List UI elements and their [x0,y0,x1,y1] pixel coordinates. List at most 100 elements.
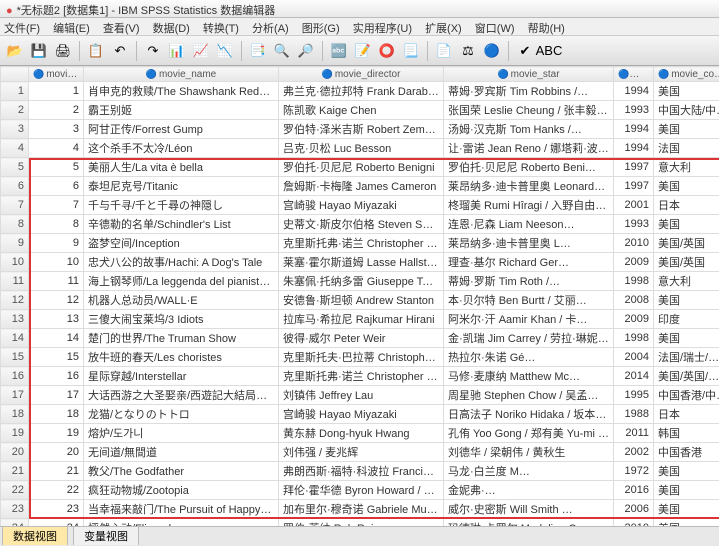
toolbar-btn-7[interactable]: 📈 [190,40,212,62]
menu-extensions[interactable]: 扩展(X) [425,23,462,35]
table-row[interactable]: 99盗梦空间/Inception克里斯托弗·诺兰 Christopher Nol… [1,234,719,253]
cell[interactable]: 2010 [614,234,654,253]
cell[interactable]: 让·雷诺 Jean Reno / 娜塔莉·波特曼… [444,139,614,158]
table-row[interactable]: 1212机器人总动员/WALL·E安德鲁·斯坦顿 Andrew Stanton本… [1,291,719,310]
cell[interactable]: 蒂姆·罗斯 Tim Roth /… [444,272,614,291]
cell[interactable]: 法国 [654,139,719,158]
cell[interactable]: 机器人总动员/WALL·E [84,291,279,310]
cell[interactable]: 教父/The Godfather [84,462,279,481]
cell[interactable]: 23 [29,500,84,519]
toolbar-btn-19[interactable]: ✔ [514,40,536,62]
cell[interactable]: 汤姆·汉克斯 Tom Hanks /… [444,120,614,139]
toolbar-btn-17[interactable]: ⚖ [457,40,479,62]
cell[interactable]: 星际穿越/Interstellar [84,367,279,386]
cell[interactable]: 韩国 [654,424,719,443]
cell[interactable]: 1994 [614,82,654,101]
cell[interactable]: 法国/瑞士/德国 [654,348,719,367]
cell[interactable]: 美国/英国 [654,253,719,272]
cell[interactable]: 三傻大闹宝莱坞/3 Idiots [84,310,279,329]
column-movie_name[interactable]: 🔵movie_name [84,67,279,82]
menu-file[interactable]: 文件(F) [4,23,40,35]
column-movie_country[interactable]: 🔵movie_country [654,67,719,82]
cell[interactable]: 威尔·史密斯 Will Smith … [444,500,614,519]
cell[interactable]: 刘镇伟 Jeffrey Lau [279,386,444,405]
cell[interactable]: 1998 [614,272,654,291]
cell[interactable]: 5 [29,158,84,177]
cell[interactable]: 朱塞佩·托纳多雷 Giuseppe Tornatore [279,272,444,291]
table-row[interactable]: 1919熔炉/도가니黄东赫 Dong-hyuk Hwang孔侑 Yoo Gong… [1,424,719,443]
cell[interactable]: 马修·麦康纳 Matthew Mc… [444,367,614,386]
cell[interactable]: 美国 [654,462,719,481]
cell[interactable]: 中国香港 [654,443,719,462]
cell[interactable]: 2001 [614,196,654,215]
toolbar-btn-11[interactable]: 🔎 [295,40,317,62]
cell[interactable]: 莱昂纳多·迪卡普里奥 Leonardo… [444,177,614,196]
cell[interactable]: 美国/英国 [654,234,719,253]
cell[interactable]: 莱昂纳多·迪卡普里奥 L… [444,234,614,253]
table-row[interactable]: 2121教父/The Godfather弗朗西斯·福特·科波拉 Francis … [1,462,719,481]
cell[interactable]: 美国 [654,120,719,139]
cell[interactable]: 1993 [614,215,654,234]
cell[interactable]: 11 [29,272,84,291]
toolbar-btn-12[interactable]: 🔤 [328,40,350,62]
cell[interactable]: 2 [29,101,84,120]
cell[interactable]: 2016 [614,481,654,500]
cell[interactable]: 克里斯托弗·诺兰 Christopher Nolan [279,367,444,386]
table-row[interactable]: 22霸王别姬陈凯歌 Kaige Chen张国荣 Leslie Cheung / … [1,101,719,120]
cell[interactable]: 泰坦尼克号/Titanic [84,177,279,196]
cell[interactable]: 美国 [654,177,719,196]
toolbar-btn-15[interactable]: 📃 [400,40,422,62]
cell[interactable]: 2009 [614,310,654,329]
cell[interactable]: 楚门的世界/The Truman Show [84,329,279,348]
toolbar-btn-18[interactable]: 🔵 [481,40,503,62]
cell[interactable]: 10 [29,253,84,272]
cell[interactable]: 龙猫/となりのトトロ [84,405,279,424]
cell[interactable]: 阿甘正传/Forrest Gump [84,120,279,139]
cell[interactable]: 拜伦·霍华德 Byron Howard / 瑞奇·摩尔… [279,481,444,500]
toolbar-btn-14[interactable]: ⭕ [376,40,398,62]
cell[interactable]: 美国 [654,329,719,348]
cell[interactable]: 弗兰克·德拉邦特 Frank Darabont [279,82,444,101]
column-movie_star[interactable]: 🔵movie_star [444,67,614,82]
cell[interactable]: 20 [29,443,84,462]
table-row[interactable]: 66泰坦尼克号/Titanic詹姆斯·卡梅隆 James Cameron莱昂纳多… [1,177,719,196]
column-movie_num[interactable]: 🔵movie_num [29,67,84,82]
cell[interactable]: 1988 [614,405,654,424]
table-row[interactable]: 1111海上钢琴师/La leggenda del pianista su…朱塞… [1,272,719,291]
cell[interactable]: 理查·基尔 Richard Ger… [444,253,614,272]
menu-data[interactable]: 数据(D) [153,23,190,35]
toolbar-btn-6[interactable]: 📊 [166,40,188,62]
cell[interactable]: 美国 [654,82,719,101]
cell[interactable]: 忠犬八公的故事/Hachi: A Dog's Tale [84,253,279,272]
cell[interactable]: 热拉尔·朱诺 Gé… [444,348,614,367]
cell[interactable]: 本·贝尔特 Ben Burtt / 艾丽… [444,291,614,310]
cell[interactable]: 熔炉/도가니 [84,424,279,443]
cell[interactable]: 千与千寻/千と千尋の神隠し [84,196,279,215]
cell[interactable]: 美丽人生/La vita è bella [84,158,279,177]
cell[interactable]: 2006 [614,500,654,519]
cell[interactable]: 22 [29,481,84,500]
cell[interactable]: 张国荣 Leslie Cheung / 张丰毅 Fengyi … [444,101,614,120]
cell[interactable]: 疯狂动物城/Zootopia [84,481,279,500]
table-row[interactable]: 2323当幸福来敲门/The Pursuit of Happyness加布里尔·… [1,500,719,519]
cell[interactable]: 中国香港/中国大陆 [654,386,719,405]
cell[interactable]: 安德鲁·斯坦顿 Andrew Stanton [279,291,444,310]
cell[interactable]: 金妮弗·… [444,481,614,500]
cell[interactable]: 美国 [654,481,719,500]
cell[interactable]: 黄东赫 Dong-hyuk Hwang [279,424,444,443]
cell[interactable]: 美国 [654,291,719,310]
toolbar-btn-8[interactable]: 📉 [214,40,236,62]
cell[interactable]: 美国 [654,215,719,234]
cell[interactable]: 柊瑠美 Rumi Hîragi / 入野自由 Miy… [444,196,614,215]
cell[interactable]: 1997 [614,158,654,177]
menu-graphs[interactable]: 图形(G) [302,23,340,35]
toolbar-btn-4[interactable]: ↶ [109,40,131,62]
cell[interactable]: 肖申克的救赎/The Shawshank Redemp… [84,82,279,101]
table-row[interactable]: 1616星际穿越/Interstellar克里斯托弗·诺兰 Christophe… [1,367,719,386]
cell[interactable]: 罗伯托·贝尼尼 Roberto Benigni [279,158,444,177]
cell[interactable]: 2009 [614,253,654,272]
cell[interactable]: 日本 [654,405,719,424]
cell[interactable]: 印度 [654,310,719,329]
cell[interactable]: 孔侑 Yoo Gong / 郑有美 Yu-mi Jeong … [444,424,614,443]
cell[interactable]: 日本 [654,196,719,215]
